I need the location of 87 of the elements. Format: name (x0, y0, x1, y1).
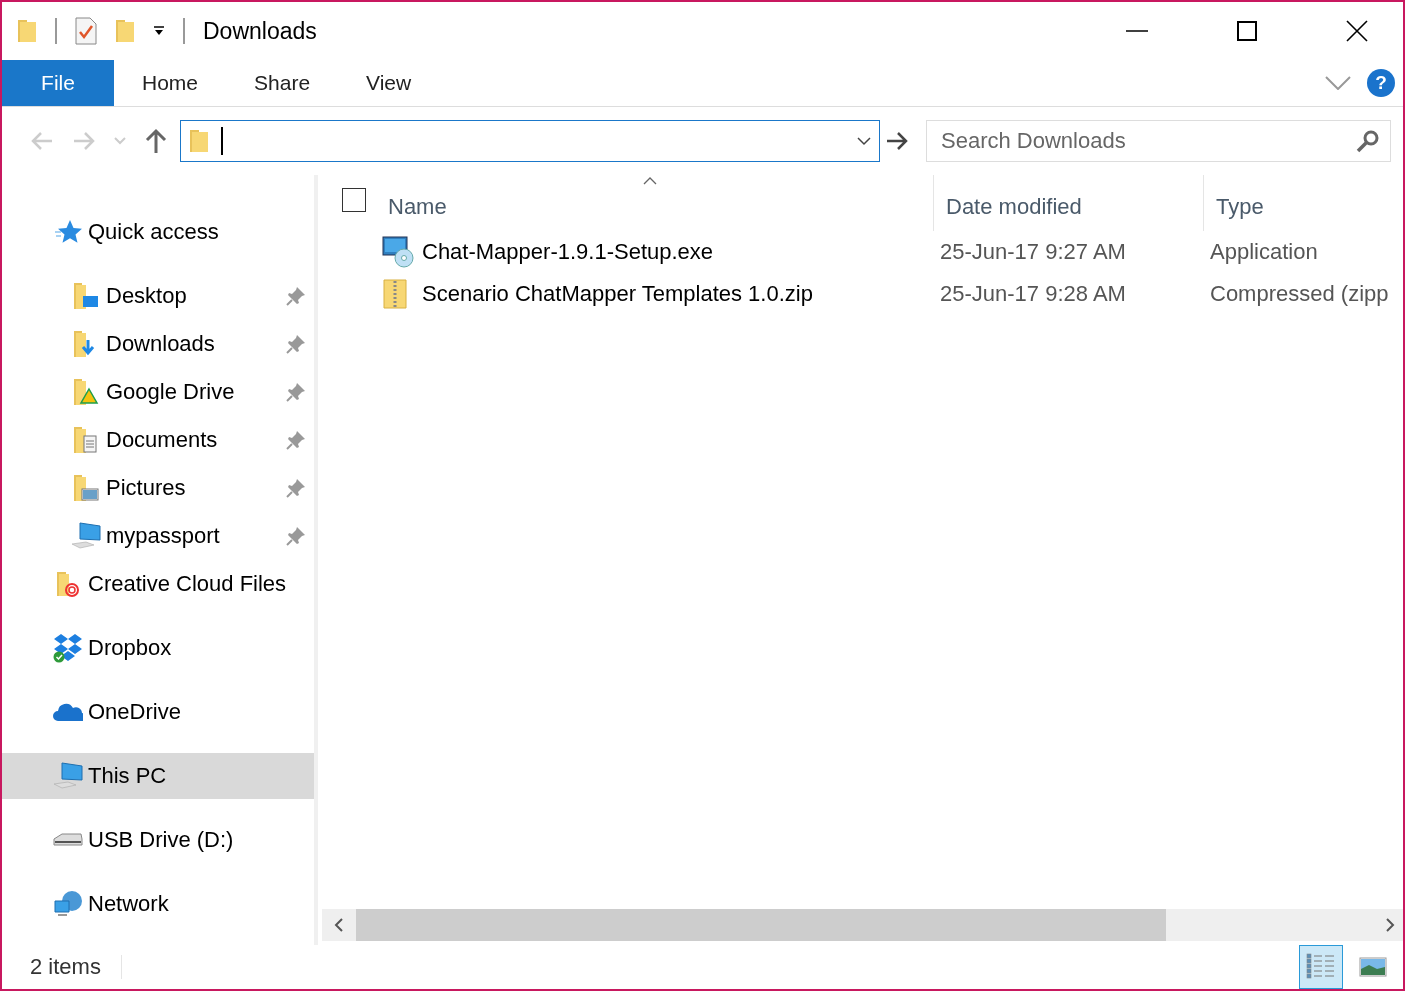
sidebar-item[interactable]: Downloads (2, 321, 314, 367)
up-arrow-icon[interactable] (144, 128, 168, 154)
dropdown-icon[interactable] (153, 26, 165, 36)
type-cell: Compressed (zipp (1210, 281, 1389, 307)
sidebar-label: mypassport (106, 523, 220, 549)
pin-icon[interactable] (286, 526, 306, 546)
sidebar-label: OneDrive (88, 699, 181, 725)
sidebar-item[interactable]: USB Drive (D:) (2, 817, 314, 863)
computer-icon (52, 762, 84, 790)
drive-icon (53, 833, 83, 847)
ribbon-tab[interactable]: Home (114, 60, 227, 106)
search-box[interactable]: Search Downloads (926, 120, 1391, 162)
dropbox-icon (52, 633, 84, 663)
sidebar-label: Downloads (106, 331, 215, 357)
sidebar-item[interactable]: This PC (2, 753, 314, 799)
folder-icon (54, 570, 82, 598)
details-view-button[interactable] (1299, 945, 1343, 989)
folder-icon (189, 128, 209, 154)
go-button[interactable] (886, 131, 908, 151)
chevron-down-icon[interactable] (857, 136, 871, 146)
star-icon (54, 219, 82, 245)
sidebar-item[interactable]: Quick access (2, 209, 314, 255)
search-field[interactable]: Search Downloads (939, 127, 1356, 155)
search-icon[interactable] (1356, 129, 1380, 153)
sidebar-item[interactable]: mypassport (2, 513, 314, 559)
horizontal-scrollbar[interactable] (322, 909, 1403, 941)
pin-icon[interactable] (286, 334, 306, 354)
properties-icon[interactable] (75, 17, 97, 45)
pin-icon[interactable] (286, 430, 306, 450)
maximize-icon (1237, 21, 1257, 41)
sidebar-label: Network (88, 891, 169, 917)
column-header[interactable]: Type (1204, 175, 1403, 231)
cloud-icon (53, 702, 83, 722)
folder-icon (73, 426, 99, 454)
file-name[interactable]: Chat-Mapper-1.9.1-Setup.exe (422, 239, 940, 265)
help-button[interactable]: ? (1367, 69, 1395, 97)
scroll-thumb[interactable] (356, 909, 1166, 941)
folder-icon[interactable] (115, 18, 135, 44)
address-field[interactable] (180, 120, 880, 162)
sidebar-item[interactable]: Google Drive (2, 369, 314, 415)
sidebar-item[interactable]: Network (2, 881, 314, 927)
details-list-icon (1306, 953, 1336, 981)
network-icon (53, 890, 83, 918)
forward-arrow-icon[interactable] (72, 131, 96, 151)
zip-folder-icon (382, 279, 408, 309)
installer-icon (382, 236, 416, 268)
window-title: Downloads (203, 17, 317, 45)
folder-icon (73, 282, 99, 310)
ribbon-tab[interactable]: Share (226, 60, 339, 106)
sidebar-label: Pictures (106, 475, 186, 501)
close-icon (1346, 20, 1368, 42)
column-header[interactable]: Name (366, 175, 934, 231)
sidebar-item[interactable]: Desktop (2, 273, 314, 319)
sidebar-label: Quick access (88, 219, 219, 245)
sidebar-label: Desktop (106, 283, 187, 309)
date-cell-text: 25-Jun-17 9:28 AM (940, 281, 1127, 307)
back-arrow-icon[interactable] (30, 131, 54, 151)
folder-icon (73, 378, 99, 406)
type-cell: Application (1210, 239, 1318, 265)
sidebar-item[interactable]: Creative Cloud Files (2, 561, 314, 607)
folder-icon (73, 474, 99, 502)
folder-icon[interactable] (17, 18, 37, 44)
select-all-checkbox[interactable] (342, 188, 366, 212)
sidebar-item[interactable]: Dropbox (2, 625, 314, 671)
sidebar-item[interactable]: Documents (2, 417, 314, 463)
sidebar-label: Documents (106, 427, 218, 453)
pin-icon[interactable] (286, 478, 306, 498)
file-menu-button[interactable]: File (2, 60, 114, 106)
minimize-icon (1126, 30, 1148, 32)
column-header[interactable]: Date modified (934, 175, 1204, 231)
pin-icon[interactable] (286, 382, 306, 402)
pin-icon[interactable] (286, 286, 306, 306)
sidebar-item[interactable]: OneDrive (2, 689, 314, 735)
sidebar-label: USB Drive (D:) (88, 827, 234, 853)
scroll-left-icon[interactable] (334, 918, 344, 932)
item-count: 2 items (30, 954, 101, 980)
sidebar-label: Dropbox (88, 635, 172, 661)
sidebar-label: This PC (88, 763, 167, 789)
sidebar-item[interactable]: Pictures (2, 465, 314, 511)
file-name[interactable]: Scenario ChatMapper Templates 1.0.zip (422, 281, 940, 307)
sidebar-label: Google Drive (106, 379, 235, 405)
sidebar-label: Creative Cloud Files (88, 571, 287, 597)
picture-icon (1359, 957, 1387, 977)
ribbon-tab[interactable]: View (338, 60, 440, 106)
computer-icon (70, 522, 102, 550)
date-cell-text: 25-Jun-17 9:27 AM (940, 239, 1127, 265)
scroll-right-icon[interactable] (1385, 918, 1395, 932)
